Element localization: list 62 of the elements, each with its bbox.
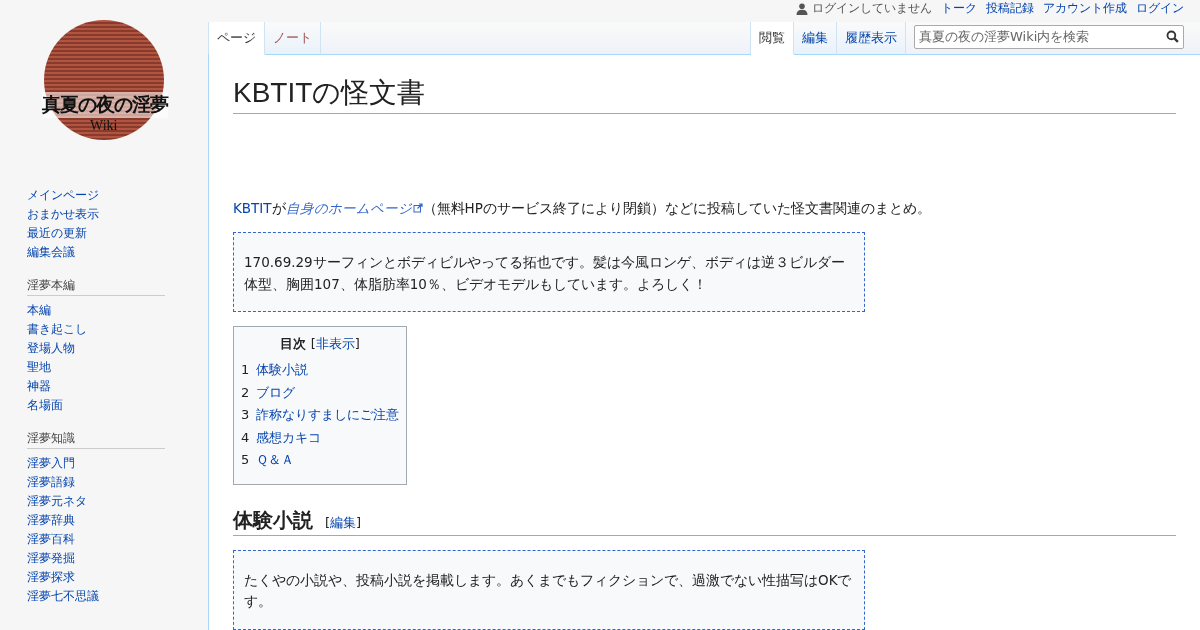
sidebar-link[interactable]: 名場面 bbox=[27, 396, 208, 415]
sidebar-link[interactable]: 淫夢辞典 bbox=[27, 511, 208, 530]
sidebar-link[interactable]: 淫夢探求 bbox=[27, 568, 208, 587]
toc-number: 3 bbox=[241, 407, 250, 423]
sidebar-link[interactable]: 書き起こし bbox=[27, 320, 208, 339]
sidebar-heading: 淫夢知識 bbox=[27, 430, 165, 449]
user-link[interactable]: 投稿記録 bbox=[986, 0, 1034, 18]
page-tab[interactable]: ページ bbox=[209, 21, 265, 55]
sidebar-link[interactable]: 淫夢百科 bbox=[27, 530, 208, 549]
sidebar-link[interactable]: 淫夢発掘 bbox=[27, 549, 208, 568]
page-tab[interactable]: ノート bbox=[265, 21, 321, 55]
logo-subtitle: Wiki bbox=[90, 118, 118, 134]
edit-bracket: ] bbox=[356, 514, 362, 530]
sidebar-link[interactable]: おまかせ表示 bbox=[27, 205, 208, 224]
sidebar-link[interactable]: 神器 bbox=[27, 377, 208, 396]
intro-text: が bbox=[271, 200, 286, 217]
user-link[interactable]: トーク bbox=[941, 0, 977, 18]
sidebar-link[interactable]: 最近の更新 bbox=[27, 224, 208, 243]
view-tab[interactable]: 履歴表示 bbox=[837, 21, 906, 55]
view-tab[interactable]: 閲覧 bbox=[751, 21, 794, 55]
user-icon bbox=[796, 2, 808, 15]
sidebar-link[interactable]: 淫夢語録 bbox=[27, 473, 208, 492]
intro-text: （無料HPのサービス終了により閉鎖）などに投稿していた怪文書関連のまとめ。 bbox=[422, 200, 931, 217]
sidebar-link[interactable]: 編集会議 bbox=[27, 243, 208, 262]
edit-section-link[interactable]: 編集 bbox=[330, 514, 357, 530]
toc-number: 1 bbox=[241, 362, 250, 378]
edit-bracket: [ bbox=[325, 514, 331, 530]
sidebar-link[interactable]: 淫夢七不思議 bbox=[27, 587, 208, 606]
toc-link[interactable]: 詐称なりすましにご注意 bbox=[256, 407, 400, 423]
user-link[interactable]: アカウント作成 bbox=[1043, 0, 1127, 18]
sidebar-link[interactable]: メインページ bbox=[27, 186, 208, 205]
search-field[interactable]: 真夏の夜の淫夢Wiki内を検索 bbox=[914, 24, 1184, 49]
article-link[interactable]: KBTIT bbox=[233, 200, 272, 217]
external-link-icon bbox=[412, 203, 423, 214]
external-link[interactable]: 自身のホームページ bbox=[285, 200, 423, 217]
toc-link[interactable]: 体験小説 bbox=[256, 362, 309, 378]
toc-link[interactable]: Ｑ＆Ａ bbox=[256, 452, 295, 468]
sidebar-link[interactable]: 本編 bbox=[27, 301, 208, 320]
toc-link[interactable]: 感想カキコ bbox=[256, 429, 322, 445]
page-title: KBTITの怪文書 bbox=[233, 74, 1176, 115]
toc-toggle-link[interactable]: 非表示 bbox=[315, 336, 355, 352]
sidebar-link[interactable]: 淫夢元ネタ bbox=[27, 492, 208, 511]
sidebar-link[interactable]: 登場人物 bbox=[27, 339, 208, 358]
section-heading: 体験小説 bbox=[233, 507, 313, 532]
toc-bracket: [ bbox=[310, 336, 316, 352]
toc-bracket: ] bbox=[354, 336, 360, 352]
login-status: ログインしていません bbox=[812, 0, 932, 18]
wiki-logo[interactable]: 真夏の夜の淫夢 Wiki bbox=[24, 0, 184, 160]
toc-number: 4 bbox=[241, 429, 250, 445]
toc-link[interactable]: ブログ bbox=[256, 384, 296, 400]
sidebar-link[interactable]: 聖地 bbox=[27, 358, 208, 377]
quote-text: たくやの小説や、投稿小説を掲載します。あくまでもフィクションで、過激でない性描写はOKです。 bbox=[244, 570, 853, 612]
sidebar-heading: 淫夢本編 bbox=[27, 277, 165, 296]
toc-number: 2 bbox=[241, 384, 250, 400]
quote-text: 170.69.29サーフィンとボディビルやってる拓也です。髪は今風ロンゲ、ボディは逆３ビルダー体型、胸囲107、体脂肪率10％、ビデオモデルもしています。よろしく！ bbox=[244, 253, 846, 294]
logo-title: 真夏の夜の淫夢 bbox=[42, 92, 168, 118]
user-link[interactable]: ログイン bbox=[1136, 0, 1184, 18]
search-icon[interactable] bbox=[1166, 30, 1179, 44]
view-tab[interactable]: 編集 bbox=[794, 21, 837, 55]
sidebar-link[interactable]: 淫夢入門 bbox=[27, 454, 208, 473]
toc-number: 5 bbox=[241, 452, 250, 468]
toc-title: 目次 bbox=[280, 336, 307, 352]
